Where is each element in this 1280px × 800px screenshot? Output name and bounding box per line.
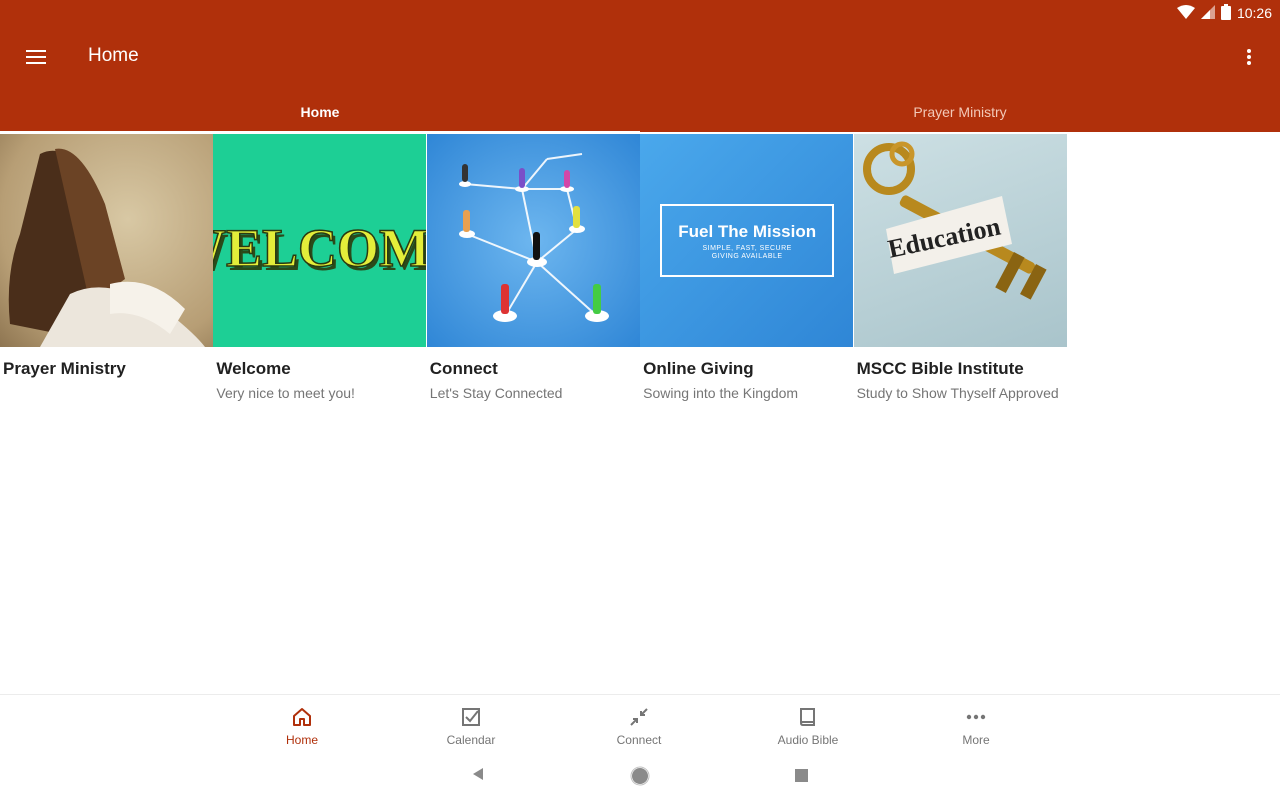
card-title: Welcome <box>216 359 291 378</box>
nav-label: Home <box>285 733 318 747</box>
nav-audio-bible[interactable]: Audio Bible <box>748 705 868 747</box>
calendar-check-icon <box>461 705 481 729</box>
nav-label: Calendar <box>446 733 496 747</box>
nav-label: Connect <box>616 733 662 747</box>
card-subtitle: Sowing into the Kingdom <box>643 385 799 401</box>
overflow-menu-icon[interactable] <box>1236 42 1262 72</box>
battery-icon <box>1220 3 1231 23</box>
status-time: 10:26 <box>1236 5 1272 21</box>
card-subtitle: Very nice to meet you! <box>216 385 355 401</box>
welcome-image: WELCOME WELCOME <box>213 134 427 347</box>
signal-icon <box>1200 4 1215 22</box>
back-icon[interactable] <box>471 766 485 787</box>
menu-icon[interactable] <box>22 44 50 70</box>
card-welcome[interactable]: WELCOME WELCOME Welcome Very nice to mee… <box>213 134 427 401</box>
education-key-image: Education <box>853 134 1067 347</box>
home-icon <box>292 705 312 729</box>
app-bar: 10:26 Home Home Prayer Ministry <box>0 0 1280 134</box>
system-navigation-bar <box>0 750 1280 800</box>
bottom-navigation: Home Calendar Connect Audio Bible More <box>0 694 1280 750</box>
nav-label: More <box>962 733 990 747</box>
tab-prayer-ministry[interactable]: Prayer Ministry <box>640 92 1280 132</box>
connect-arrows-icon <box>629 705 649 729</box>
praying-hands-image <box>0 134 213 347</box>
nav-more[interactable]: More <box>916 705 1036 747</box>
banner-line-2: GIVING AVAILABLE <box>711 252 783 260</box>
status-bar: 10:26 <box>1176 3 1272 23</box>
nav-connect[interactable]: Connect <box>579 705 699 747</box>
home-circle-icon[interactable] <box>630 766 650 791</box>
card-title: MSCC Bible Institute <box>856 359 1024 378</box>
card-list: Prayer Ministry WELCOME WELCOME Welcome … <box>0 134 1067 401</box>
card-subtitle: Study to Show Thyself Approved <box>856 385 1059 401</box>
card-title: Online Giving <box>643 359 754 378</box>
wifi-icon <box>1176 4 1195 22</box>
card-subtitle: Let's Stay Connected <box>429 385 563 401</box>
nav-home[interactable]: Home <box>242 705 362 747</box>
tab-home[interactable]: Home <box>0 92 640 134</box>
card-online-giving[interactable]: Fuel The Mission SIMPLE, FAST, SECURE GI… <box>640 134 854 401</box>
recent-apps-icon[interactable] <box>795 769 808 787</box>
card-mscc-bible-institute[interactable]: Education MSCC Bible Institute Study to … <box>853 134 1067 401</box>
network-people-image <box>426 134 640 347</box>
more-dots-icon <box>966 705 986 729</box>
toolbar: Home <box>0 30 1280 84</box>
welcome-text: WELCOME <box>213 218 426 278</box>
tab-bar: Home Prayer Ministry <box>0 92 1280 134</box>
book-icon <box>798 705 818 729</box>
card-title: Connect <box>429 359 498 378</box>
nav-label: Audio Bible <box>777 733 839 747</box>
banner-line-1: SIMPLE, FAST, SECURE <box>702 244 792 252</box>
nav-calendar[interactable]: Calendar <box>411 705 531 747</box>
giving-banner: Fuel The Mission SIMPLE, FAST, SECURE GI… <box>660 204 835 277</box>
card-title: Prayer Ministry <box>3 359 126 378</box>
card-connect[interactable]: Connect Let's Stay Connected <box>426 134 640 401</box>
banner-title: Fuel The Mission <box>678 221 817 241</box>
card-prayer-ministry[interactable]: Prayer Ministry <box>0 134 213 401</box>
fuel-the-mission-image: Fuel The Mission SIMPLE, FAST, SECURE GI… <box>640 134 854 347</box>
page-title: Home <box>88 45 139 66</box>
